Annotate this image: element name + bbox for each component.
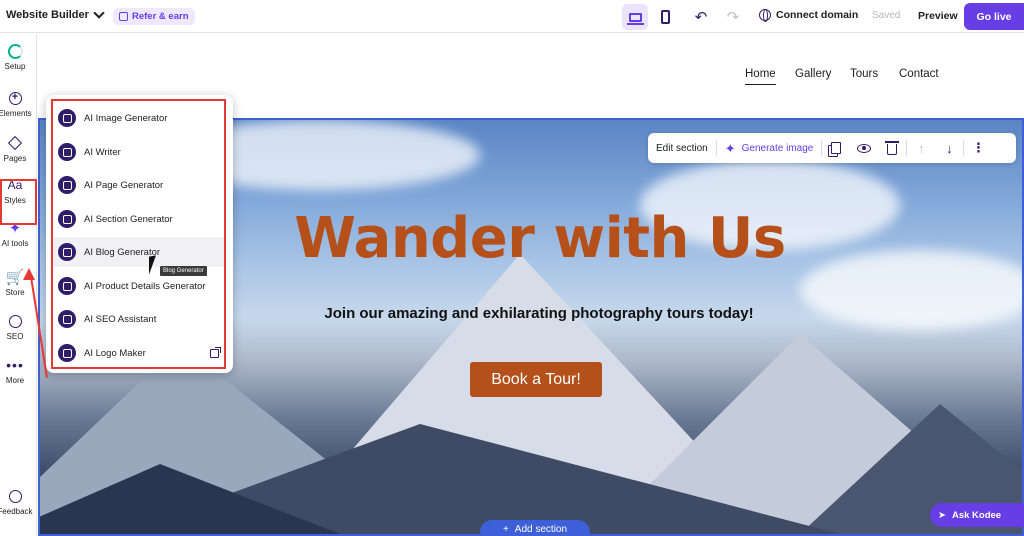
add-section-button[interactable]: + Add section (480, 520, 590, 536)
image-generator-icon (58, 109, 76, 127)
gift-icon (119, 12, 128, 21)
preview-button[interactable]: Preview (918, 10, 958, 22)
nav-link-home[interactable]: Home (745, 68, 776, 85)
setup-progress-icon (7, 43, 23, 59)
menu-item-label: AI Writer (84, 146, 121, 158)
connect-domain-label: Connect domain (776, 9, 859, 21)
nav-link-tours[interactable]: Tours (850, 68, 878, 80)
menu-item-ai-seo-assistant[interactable]: AI SEO Assistant (53, 304, 225, 334)
section-generator-icon (58, 210, 76, 228)
menu-item-ai-page-generator[interactable]: AI Page Generator (53, 170, 225, 200)
phone-icon (660, 10, 670, 24)
sidebar-item-seo[interactable]: SEO (0, 313, 30, 341)
book-tour-button[interactable]: Book a Tour! (470, 362, 602, 397)
generate-image-button[interactable]: ✦ Generate image (717, 133, 822, 163)
more-vertical-icon: ⋮ (971, 140, 985, 155)
redo-button[interactable]: ↷ (720, 4, 746, 30)
sidebar-item-elements[interactable]: + Elements (0, 90, 35, 118)
top-bar: Website Builder Refer & earn ↶ ↷ Connect… (0, 0, 1024, 33)
refer-earn-button[interactable]: Refer & earn (113, 8, 195, 25)
brand-label: Website Builder (6, 9, 89, 21)
laptop-icon (626, 12, 644, 25)
sidebar-item-label: Pages (3, 154, 27, 163)
sidebar-item-more[interactable]: ••• More (0, 357, 30, 385)
connect-domain-button[interactable]: Connect domain (759, 9, 859, 22)
external-link-icon (210, 346, 221, 358)
menu-item-label: AI Section Generator (84, 213, 173, 225)
page-generator-icon (58, 176, 76, 194)
sidebar-item-feedback[interactable]: Feedback (0, 488, 36, 516)
feedback-icon (8, 489, 22, 503)
seo-icon (8, 314, 22, 328)
logo-maker-icon (58, 344, 76, 362)
redo-icon: ↷ (726, 8, 740, 26)
edit-section-label: Edit section (656, 142, 708, 154)
nav-link-contact[interactable]: Contact (899, 68, 939, 80)
ask-kodee-button[interactable]: ➤ Ask Kodee (930, 503, 1024, 527)
cart-icon: 🛒 (5, 268, 25, 286)
menu-item-label: AI Product Details Generator (84, 280, 206, 292)
sidebar-item-setup[interactable]: Setup (0, 43, 30, 71)
add-section-label: Add section (514, 524, 568, 535)
desktop-view-button[interactable] (622, 4, 648, 30)
layers-icon (7, 135, 23, 151)
mobile-view-button[interactable] (652, 4, 678, 30)
sidebar-item-label: Setup (4, 62, 26, 71)
menu-item-ai-image-generator[interactable]: AI Image Generator (53, 103, 225, 133)
sidebar-item-pages[interactable]: Pages (0, 135, 30, 163)
ask-kodee-label: Ask Kodee (951, 509, 1002, 521)
move-up-button[interactable]: ↑ (907, 141, 935, 156)
generate-image-label: Generate image (741, 142, 814, 154)
menu-item-ai-logo-maker[interactable]: AI Logo Maker (53, 338, 225, 368)
globe-icon (759, 9, 771, 22)
sidebar-item-label: AI tools (1, 239, 29, 248)
chevron-down-icon (93, 7, 105, 19)
trash-icon (885, 141, 900, 155)
menu-item-label: AI Page Generator (84, 179, 164, 191)
mountain-ridge (40, 464, 340, 534)
hide-section-button[interactable] (850, 143, 878, 153)
writer-icon (58, 143, 76, 161)
go-live-button[interactable]: Go live (964, 3, 1024, 30)
kodee-icon: ➤ (938, 509, 946, 521)
website-builder-menu[interactable]: Website Builder (6, 7, 105, 21)
sidebar-item-label: Elements (0, 109, 32, 118)
sidebar-item-label: Feedback (0, 507, 33, 516)
nav-link-gallery[interactable]: Gallery (795, 68, 831, 80)
menu-item-ai-blog-generator[interactable]: AI Blog Generator (53, 237, 225, 267)
blog-generator-icon (58, 243, 76, 261)
eye-icon (857, 143, 872, 153)
undo-icon: ↶ (694, 8, 708, 26)
delete-section-button[interactable] (878, 141, 906, 155)
saved-status: Saved (872, 10, 901, 21)
undo-button[interactable]: ↶ (688, 4, 714, 30)
sparkle-icon: ✦ (724, 140, 736, 156)
mouse-pointer-icon (149, 255, 156, 275)
menu-item-ai-writer[interactable]: AI Writer (53, 137, 225, 167)
plus-icon: + (502, 524, 509, 535)
more-icon: ••• (6, 357, 24, 373)
annotation-highlight-ai-tools (0, 179, 37, 225)
section-edit-toolbar: Edit section ✦ Generate image ↑ ↓ ⋮ (648, 133, 1016, 163)
tooltip: Blog Generator (160, 266, 207, 276)
menu-item-ai-section-generator[interactable]: AI Section Generator (53, 204, 225, 234)
arrow-down-icon: ↓ (946, 140, 953, 156)
move-down-button[interactable]: ↓ (935, 141, 963, 156)
sidebar-item-label: Store (5, 288, 25, 297)
product-details-icon (58, 277, 76, 295)
seo-assistant-icon (58, 310, 76, 328)
menu-item-label: AI Image Generator (84, 112, 168, 124)
sidebar-item-label: SEO (6, 332, 24, 341)
duplicate-button[interactable] (822, 142, 850, 154)
refer-earn-label: Refer & earn (132, 11, 189, 22)
copy-icon (831, 142, 842, 154)
menu-item-label: AI SEO Assistant (84, 313, 157, 325)
sidebar-item-label: More (5, 376, 25, 385)
arrow-up-icon: ↑ (918, 140, 925, 156)
edit-section-button[interactable]: Edit section (648, 133, 716, 163)
plus-circle-icon: + (8, 91, 22, 105)
annotation-arrow-head (23, 268, 35, 280)
menu-item-label: AI Logo Maker (84, 347, 146, 359)
more-options-button[interactable]: ⋮ (964, 140, 992, 156)
